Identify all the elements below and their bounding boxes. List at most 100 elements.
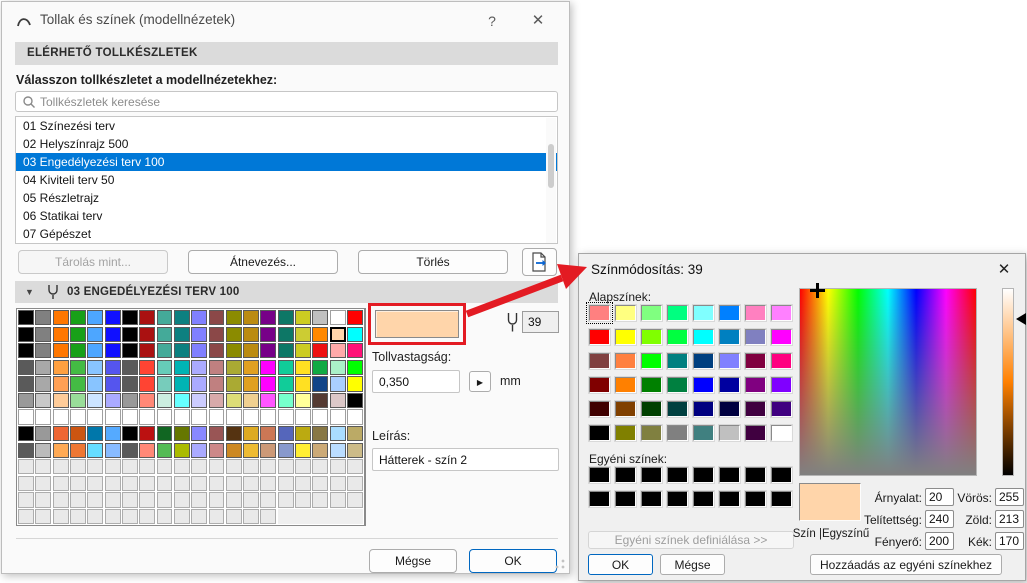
pen-swatch[interactable]: [243, 476, 259, 491]
pen-swatch[interactable]: [157, 426, 173, 441]
pen-swatch[interactable]: [174, 459, 190, 474]
pen-swatch[interactable]: [260, 476, 276, 491]
pen-swatch[interactable]: [295, 343, 311, 358]
pen-swatch[interactable]: [278, 376, 294, 391]
pen-swatch[interactable]: [278, 409, 294, 424]
penset-list-item[interactable]: 01 Színezési terv: [16, 117, 557, 135]
pen-swatch[interactable]: [174, 310, 190, 325]
pen-swatch[interactable]: [53, 343, 69, 358]
pen-swatch[interactable]: [347, 426, 363, 441]
pen-swatch[interactable]: [53, 492, 69, 507]
pen-swatch[interactable]: [209, 459, 225, 474]
pen-swatch[interactable]: [35, 409, 51, 424]
pen-swatch[interactable]: [35, 360, 51, 375]
basic-color-swatch[interactable]: [667, 401, 688, 417]
basic-color-swatch[interactable]: [719, 305, 740, 321]
pen-swatch[interactable]: [139, 393, 155, 408]
pen-swatch[interactable]: [35, 492, 51, 507]
pen-swatch[interactable]: [191, 376, 207, 391]
basic-color-swatch[interactable]: [641, 329, 662, 345]
pen-swatch[interactable]: [70, 393, 86, 408]
pen-swatch[interactable]: [105, 409, 121, 424]
pen-swatch[interactable]: [70, 509, 86, 524]
pen-swatch[interactable]: [330, 310, 346, 325]
pen-swatch[interactable]: [18, 492, 34, 507]
pen-swatch[interactable]: [157, 327, 173, 342]
help-icon[interactable]: ?: [477, 10, 507, 32]
pen-swatch[interactable]: [139, 343, 155, 358]
pen-swatch[interactable]: [70, 426, 86, 441]
pen-swatch[interactable]: [35, 327, 51, 342]
custom-color-swatch[interactable]: [693, 491, 714, 507]
pen-swatch[interactable]: [243, 443, 259, 458]
pen-swatch[interactable]: [191, 327, 207, 342]
pen-swatch[interactable]: [70, 443, 86, 458]
pen-swatch[interactable]: [243, 393, 259, 408]
pen-swatch[interactable]: [295, 459, 311, 474]
pen-swatch[interactable]: [295, 376, 311, 391]
basic-color-swatch[interactable]: [745, 305, 766, 321]
pen-swatch[interactable]: [278, 492, 294, 507]
pen-swatch[interactable]: [243, 360, 259, 375]
pen-swatch[interactable]: [278, 360, 294, 375]
close-icon[interactable]: ✕: [993, 260, 1015, 280]
pen-swatch[interactable]: [122, 327, 138, 342]
pen-swatch[interactable]: [260, 360, 276, 375]
basic-color-swatch[interactable]: [615, 401, 636, 417]
pen-swatch[interactable]: [105, 426, 121, 441]
add-to-custom-colors-button[interactable]: Hozzáadás az egyéni színekhez: [810, 554, 1002, 575]
pen-swatch[interactable]: [330, 343, 346, 358]
scrollbar-thumb[interactable]: [548, 144, 554, 188]
pen-swatch[interactable]: [157, 393, 173, 408]
pen-swatch[interactable]: [295, 426, 311, 441]
pen-swatch[interactable]: [174, 492, 190, 507]
pen-swatch[interactable]: [330, 476, 346, 491]
pen-swatch[interactable]: [122, 360, 138, 375]
pen-swatch[interactable]: [209, 360, 225, 375]
pen-swatch[interactable]: [53, 360, 69, 375]
pen-swatch[interactable]: [226, 393, 242, 408]
pen-swatch[interactable]: [243, 492, 259, 507]
pen-swatch[interactable]: [18, 343, 34, 358]
luminance-bar[interactable]: [1002, 288, 1014, 476]
basic-color-swatch[interactable]: [667, 377, 688, 393]
pen-swatch[interactable]: [139, 376, 155, 391]
pen-swatch[interactable]: [174, 393, 190, 408]
pen-swatch[interactable]: [295, 409, 311, 424]
pen-swatch[interactable]: [157, 492, 173, 507]
pen-swatch[interactable]: [122, 426, 138, 441]
pen-swatch[interactable]: [209, 426, 225, 441]
cancel-button[interactable]: Mégse: [369, 549, 457, 573]
pen-swatch[interactable]: [105, 492, 121, 507]
pen-swatch[interactable]: [139, 476, 155, 491]
pen-swatch[interactable]: [122, 476, 138, 491]
pen-swatch[interactable]: [260, 393, 276, 408]
pen-swatch[interactable]: [157, 343, 173, 358]
pen-swatch[interactable]: [122, 393, 138, 408]
pen-swatch[interactable]: [122, 310, 138, 325]
basic-color-swatch[interactable]: [615, 377, 636, 393]
pen-swatch[interactable]: [53, 426, 69, 441]
pen-swatch[interactable]: [209, 327, 225, 342]
basic-color-swatch[interactable]: [667, 305, 688, 321]
pen-swatch[interactable]: [330, 376, 346, 391]
pen-swatch[interactable]: [53, 443, 69, 458]
pen-swatch[interactable]: [312, 376, 328, 391]
pen-swatch[interactable]: [157, 509, 173, 524]
basic-color-swatch[interactable]: [745, 353, 766, 369]
export-penset-button[interactable]: [522, 248, 557, 276]
basic-color-swatch[interactable]: [667, 329, 688, 345]
define-custom-colors-button[interactable]: Egyéni színek definiálása >>: [588, 531, 794, 549]
custom-color-swatch[interactable]: [693, 467, 714, 483]
pen-swatch[interactable]: [347, 310, 363, 325]
basic-color-swatch[interactable]: [615, 425, 636, 441]
pen-swatch[interactable]: [35, 459, 51, 474]
pen-swatch[interactable]: [226, 492, 242, 507]
hue-input[interactable]: [925, 488, 954, 506]
pen-swatch[interactable]: [122, 509, 138, 524]
basic-color-swatch[interactable]: [693, 305, 714, 321]
pen-swatch[interactable]: [191, 343, 207, 358]
pen-swatch[interactable]: [243, 327, 259, 342]
pen-swatch[interactable]: [139, 310, 155, 325]
pen-swatch[interactable]: [18, 393, 34, 408]
